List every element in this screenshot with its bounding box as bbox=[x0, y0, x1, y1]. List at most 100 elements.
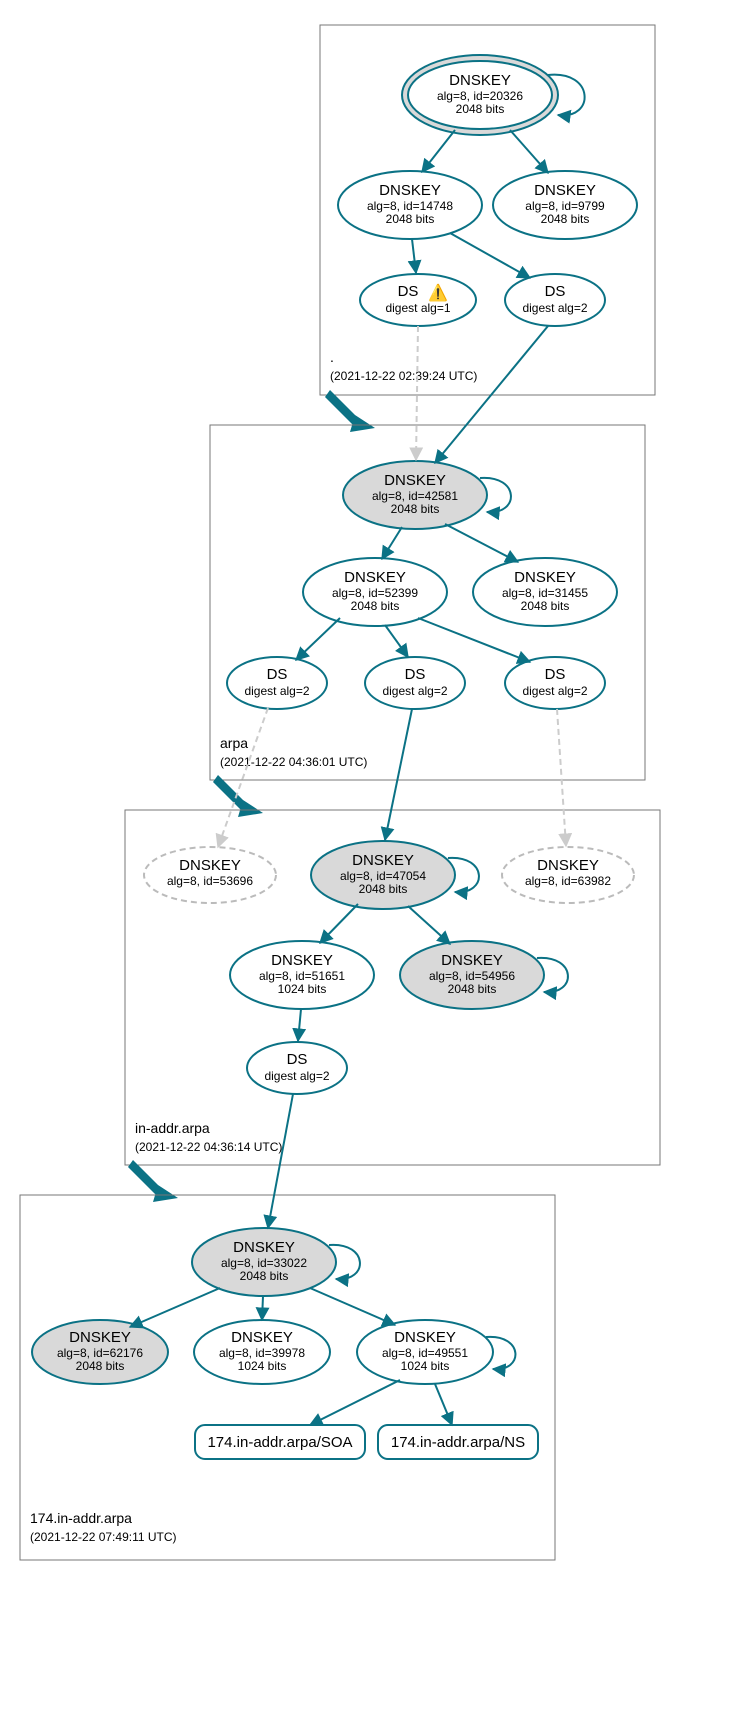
svg-text:DS: DS bbox=[267, 666, 288, 683]
svg-text:digest alg=1: digest alg=1 bbox=[385, 301, 450, 315]
node-arpa-ds2: DS digest alg=2 bbox=[365, 657, 465, 709]
edge bbox=[310, 1288, 395, 1325]
edge bbox=[510, 130, 548, 173]
svg-text:digest alg=2: digest alg=2 bbox=[522, 301, 587, 315]
svg-text:DNSKEY: DNSKEY bbox=[379, 182, 441, 199]
svg-text:DNSKEY: DNSKEY bbox=[179, 857, 241, 874]
node-174-ksk: DNSKEY alg=8, id=33022 2048 bits bbox=[192, 1228, 360, 1296]
edge bbox=[268, 1094, 293, 1228]
node-root-zsk2: DNSKEY alg=8, id=9799 2048 bits bbox=[493, 171, 637, 239]
node-174-soa: 174.in-addr.arpa/SOA bbox=[195, 1425, 365, 1459]
zone-root-name: . bbox=[330, 349, 334, 365]
svg-text:2048 bits: 2048 bits bbox=[541, 212, 590, 226]
edge bbox=[445, 524, 518, 562]
svg-text:2048 bits: 2048 bits bbox=[240, 1269, 289, 1283]
svg-text:digest alg=2: digest alg=2 bbox=[264, 1069, 329, 1083]
edge bbox=[320, 904, 358, 943]
edge bbox=[298, 1009, 301, 1041]
svg-text:2048 bits: 2048 bits bbox=[76, 1359, 125, 1373]
svg-text:alg=8, id=39978: alg=8, id=39978 bbox=[219, 1346, 305, 1360]
svg-text:DNSKEY: DNSKEY bbox=[69, 1329, 131, 1346]
node-ina-dk1: DNSKEY alg=8, id=53696 bbox=[144, 847, 276, 903]
svg-text:2048 bits: 2048 bits bbox=[521, 599, 570, 613]
edge bbox=[412, 239, 416, 273]
svg-text:alg=8, id=20326: alg=8, id=20326 bbox=[437, 89, 523, 103]
zone-delegation-arrow bbox=[325, 390, 375, 432]
node-ina-zsk1: DNSKEY alg=8, id=51651 1024 bits bbox=[230, 941, 374, 1009]
svg-text:digest alg=2: digest alg=2 bbox=[244, 684, 309, 698]
zone-arpa-ts: (2021-12-22 04:36:01 UTC) bbox=[220, 755, 367, 769]
edge bbox=[385, 625, 408, 657]
zone-arpa-name: arpa bbox=[220, 735, 248, 751]
edge bbox=[310, 1380, 400, 1425]
svg-text:DNSKEY: DNSKEY bbox=[394, 1329, 456, 1346]
svg-text:2048 bits: 2048 bits bbox=[391, 502, 440, 516]
svg-text:DNSKEY: DNSKEY bbox=[384, 472, 446, 489]
svg-text:174.in-addr.arpa/SOA: 174.in-addr.arpa/SOA bbox=[207, 1434, 352, 1451]
edge bbox=[450, 233, 530, 278]
edge bbox=[418, 618, 530, 662]
svg-text:DS: DS bbox=[405, 666, 426, 683]
svg-text:DS: DS bbox=[545, 666, 566, 683]
zone-174-name: 174.in-addr.arpa bbox=[30, 1510, 132, 1526]
zone-174-ts: (2021-12-22 07:49:11 UTC) bbox=[30, 1530, 177, 1544]
node-root-ds2: DS digest alg=2 bbox=[505, 274, 605, 326]
svg-text:DNSKEY: DNSKEY bbox=[231, 1329, 293, 1346]
edge bbox=[435, 1384, 452, 1425]
svg-text:2048 bits: 2048 bits bbox=[386, 212, 435, 226]
node-ina-dk2: DNSKEY alg=8, id=63982 bbox=[502, 847, 634, 903]
node-root-ksk: DNSKEY alg=8, id=20326 2048 bits bbox=[402, 55, 585, 135]
zone-delegation-arrow bbox=[213, 775, 263, 817]
svg-text:alg=8, id=47054: alg=8, id=47054 bbox=[340, 869, 426, 883]
node-174-dk1: DNSKEY alg=8, id=62176 2048 bits bbox=[32, 1320, 168, 1384]
node-root-zsk1: DNSKEY alg=8, id=14748 2048 bits bbox=[338, 171, 482, 239]
node-arpa-zsk2: DNSKEY alg=8, id=31455 2048 bits bbox=[473, 558, 617, 626]
svg-text:2048 bits: 2048 bits bbox=[359, 882, 408, 896]
svg-text:DNSKEY: DNSKEY bbox=[352, 852, 414, 869]
svg-text:DNSKEY: DNSKEY bbox=[344, 569, 406, 586]
svg-text:alg=8, id=31455: alg=8, id=31455 bbox=[502, 586, 588, 600]
svg-text:alg=8, id=63982: alg=8, id=63982 bbox=[525, 874, 611, 888]
node-arpa-ds3: DS digest alg=2 bbox=[505, 657, 605, 709]
node-arpa-zsk1: DNSKEY alg=8, id=52399 2048 bits bbox=[303, 558, 447, 626]
node-root-ds1: DS ⚠️ digest alg=1 bbox=[360, 274, 476, 326]
svg-text:DNSKEY: DNSKEY bbox=[441, 952, 503, 969]
svg-text:alg=8, id=54956: alg=8, id=54956 bbox=[429, 969, 515, 983]
svg-text:DNSKEY: DNSKEY bbox=[514, 569, 576, 586]
node-ina-ds1: DS digest alg=2 bbox=[247, 1042, 347, 1094]
svg-text:alg=8, id=49551: alg=8, id=49551 bbox=[382, 1346, 468, 1360]
svg-text:alg=8, id=42581: alg=8, id=42581 bbox=[372, 489, 458, 503]
svg-text:174.in-addr.arpa/NS: 174.in-addr.arpa/NS bbox=[391, 1434, 525, 1451]
node-174-zsk1: DNSKEY alg=8, id=39978 1024 bits bbox=[194, 1320, 330, 1384]
svg-text:2048 bits: 2048 bits bbox=[448, 982, 497, 996]
edge bbox=[382, 527, 402, 559]
svg-text:DNSKEY: DNSKEY bbox=[449, 72, 511, 89]
edge bbox=[218, 708, 268, 847]
svg-text:digest alg=2: digest alg=2 bbox=[382, 684, 447, 698]
svg-text:DS: DS bbox=[287, 1051, 308, 1068]
svg-text:2048 bits: 2048 bits bbox=[456, 102, 505, 116]
edge bbox=[130, 1288, 220, 1327]
svg-text:alg=8, id=62176: alg=8, id=62176 bbox=[57, 1346, 143, 1360]
node-arpa-ksk: DNSKEY alg=8, id=42581 2048 bits bbox=[343, 461, 511, 529]
edge bbox=[385, 709, 412, 840]
node-174-zsk2: DNSKEY alg=8, id=49551 1024 bits bbox=[357, 1320, 515, 1384]
svg-text:2048 bits: 2048 bits bbox=[351, 599, 400, 613]
edge bbox=[422, 130, 455, 172]
svg-text:alg=8, id=14748: alg=8, id=14748 bbox=[367, 199, 453, 213]
dnssec-chain-diagram: . (2021-12-22 02:39:24 UTC) DNSKEY alg=8… bbox=[0, 0, 735, 1713]
svg-text:1024 bits: 1024 bits bbox=[278, 982, 327, 996]
svg-text:DS: DS bbox=[398, 283, 419, 300]
svg-text:alg=8, id=51651: alg=8, id=51651 bbox=[259, 969, 345, 983]
svg-text:1024 bits: 1024 bits bbox=[238, 1359, 287, 1373]
edge bbox=[262, 1296, 263, 1320]
node-ina-zsk2: DNSKEY alg=8, id=54956 2048 bits bbox=[400, 941, 568, 1009]
svg-text:alg=8, id=33022: alg=8, id=33022 bbox=[221, 1256, 307, 1270]
edge bbox=[416, 326, 418, 460]
edge bbox=[296, 618, 340, 660]
zone-root-ts: (2021-12-22 02:39:24 UTC) bbox=[330, 369, 477, 383]
zone-inaddr-ts: (2021-12-22 04:36:14 UTC) bbox=[135, 1140, 282, 1154]
svg-text:alg=8, id=52399: alg=8, id=52399 bbox=[332, 586, 418, 600]
svg-text:1024 bits: 1024 bits bbox=[401, 1359, 450, 1373]
zone-inaddr-name: in-addr.arpa bbox=[135, 1120, 210, 1136]
